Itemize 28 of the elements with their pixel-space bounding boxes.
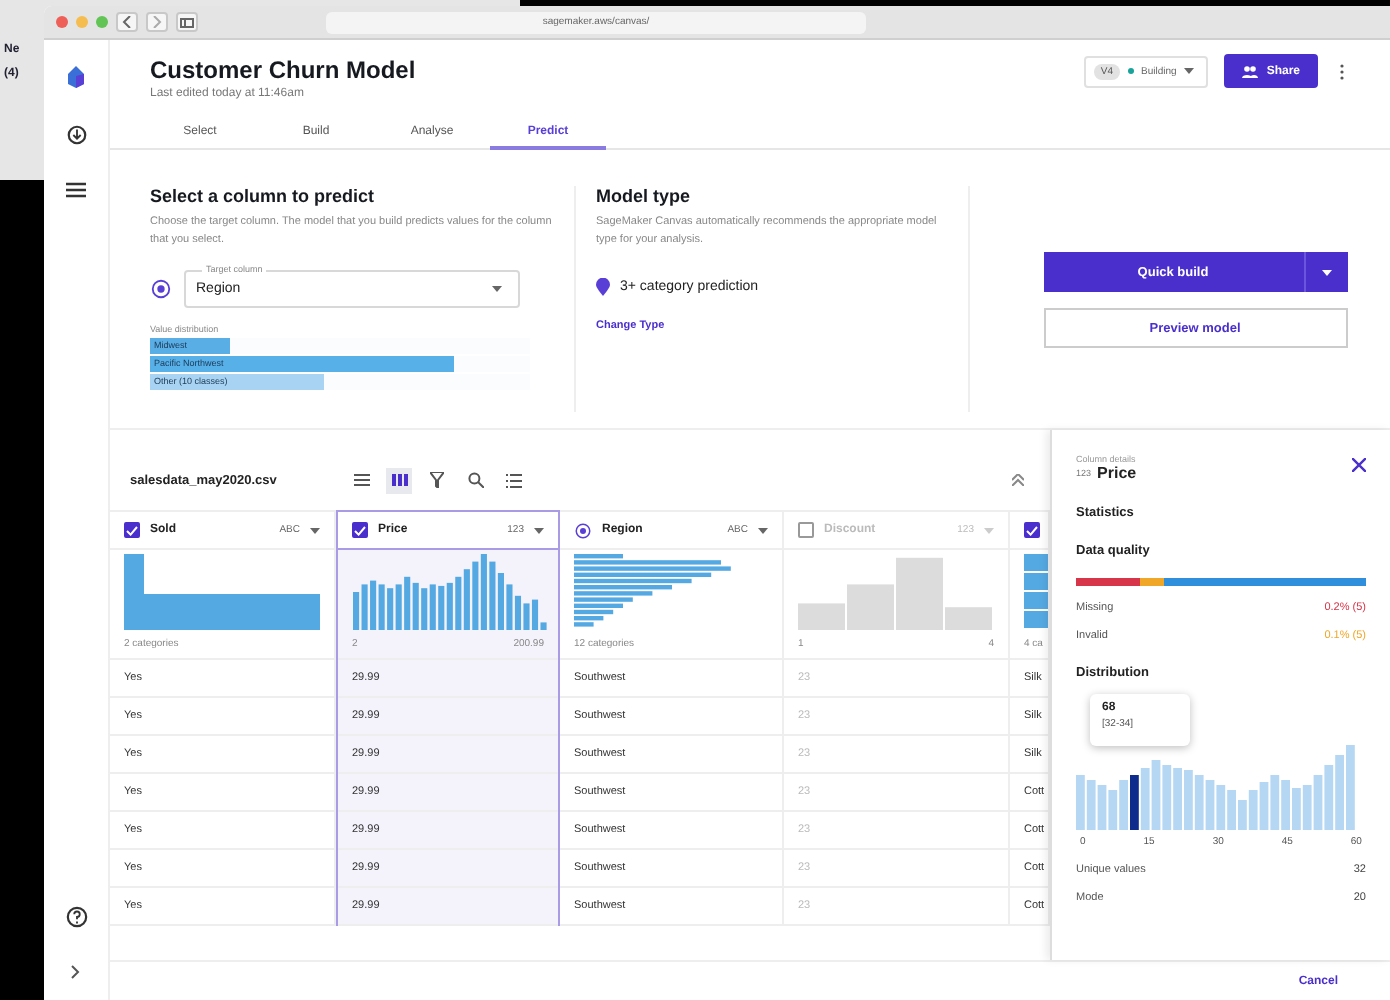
caret-icon[interactable]	[534, 527, 544, 533]
checkbox[interactable]	[798, 522, 814, 538]
status-dot-icon	[1127, 68, 1134, 74]
back-icon[interactable]	[116, 12, 138, 32]
target-icon	[150, 277, 172, 300]
section-title: Model type	[596, 186, 693, 206]
caret-icon	[1184, 68, 1195, 74]
section-title: Select a column to predict	[150, 186, 377, 206]
column-view-icon[interactable]	[386, 467, 413, 493]
close-light-icon[interactable]	[56, 16, 68, 28]
close-icon[interactable]	[1352, 458, 1366, 472]
checkbox[interactable]	[352, 522, 368, 538]
panel-title: Price	[1097, 464, 1137, 482]
chevron-right-icon[interactable]	[70, 964, 82, 980]
page-title: Customer Churn Model	[150, 56, 416, 84]
caret-icon[interactable]	[758, 527, 768, 533]
people-icon	[1242, 65, 1259, 77]
logo-icon[interactable]	[64, 64, 88, 88]
caret-icon[interactable]	[310, 527, 320, 533]
checkbox[interactable]	[124, 522, 140, 538]
location-pin-icon	[596, 277, 610, 296]
caret-icon	[492, 285, 502, 292]
help-icon[interactable]	[65, 906, 87, 928]
sidebar-icon[interactable]	[176, 12, 198, 32]
checkbox[interactable]	[1024, 522, 1040, 538]
search-icon[interactable]	[462, 467, 489, 493]
stacked-bar-chart	[1024, 554, 1048, 630]
list-icon[interactable]	[66, 182, 86, 198]
